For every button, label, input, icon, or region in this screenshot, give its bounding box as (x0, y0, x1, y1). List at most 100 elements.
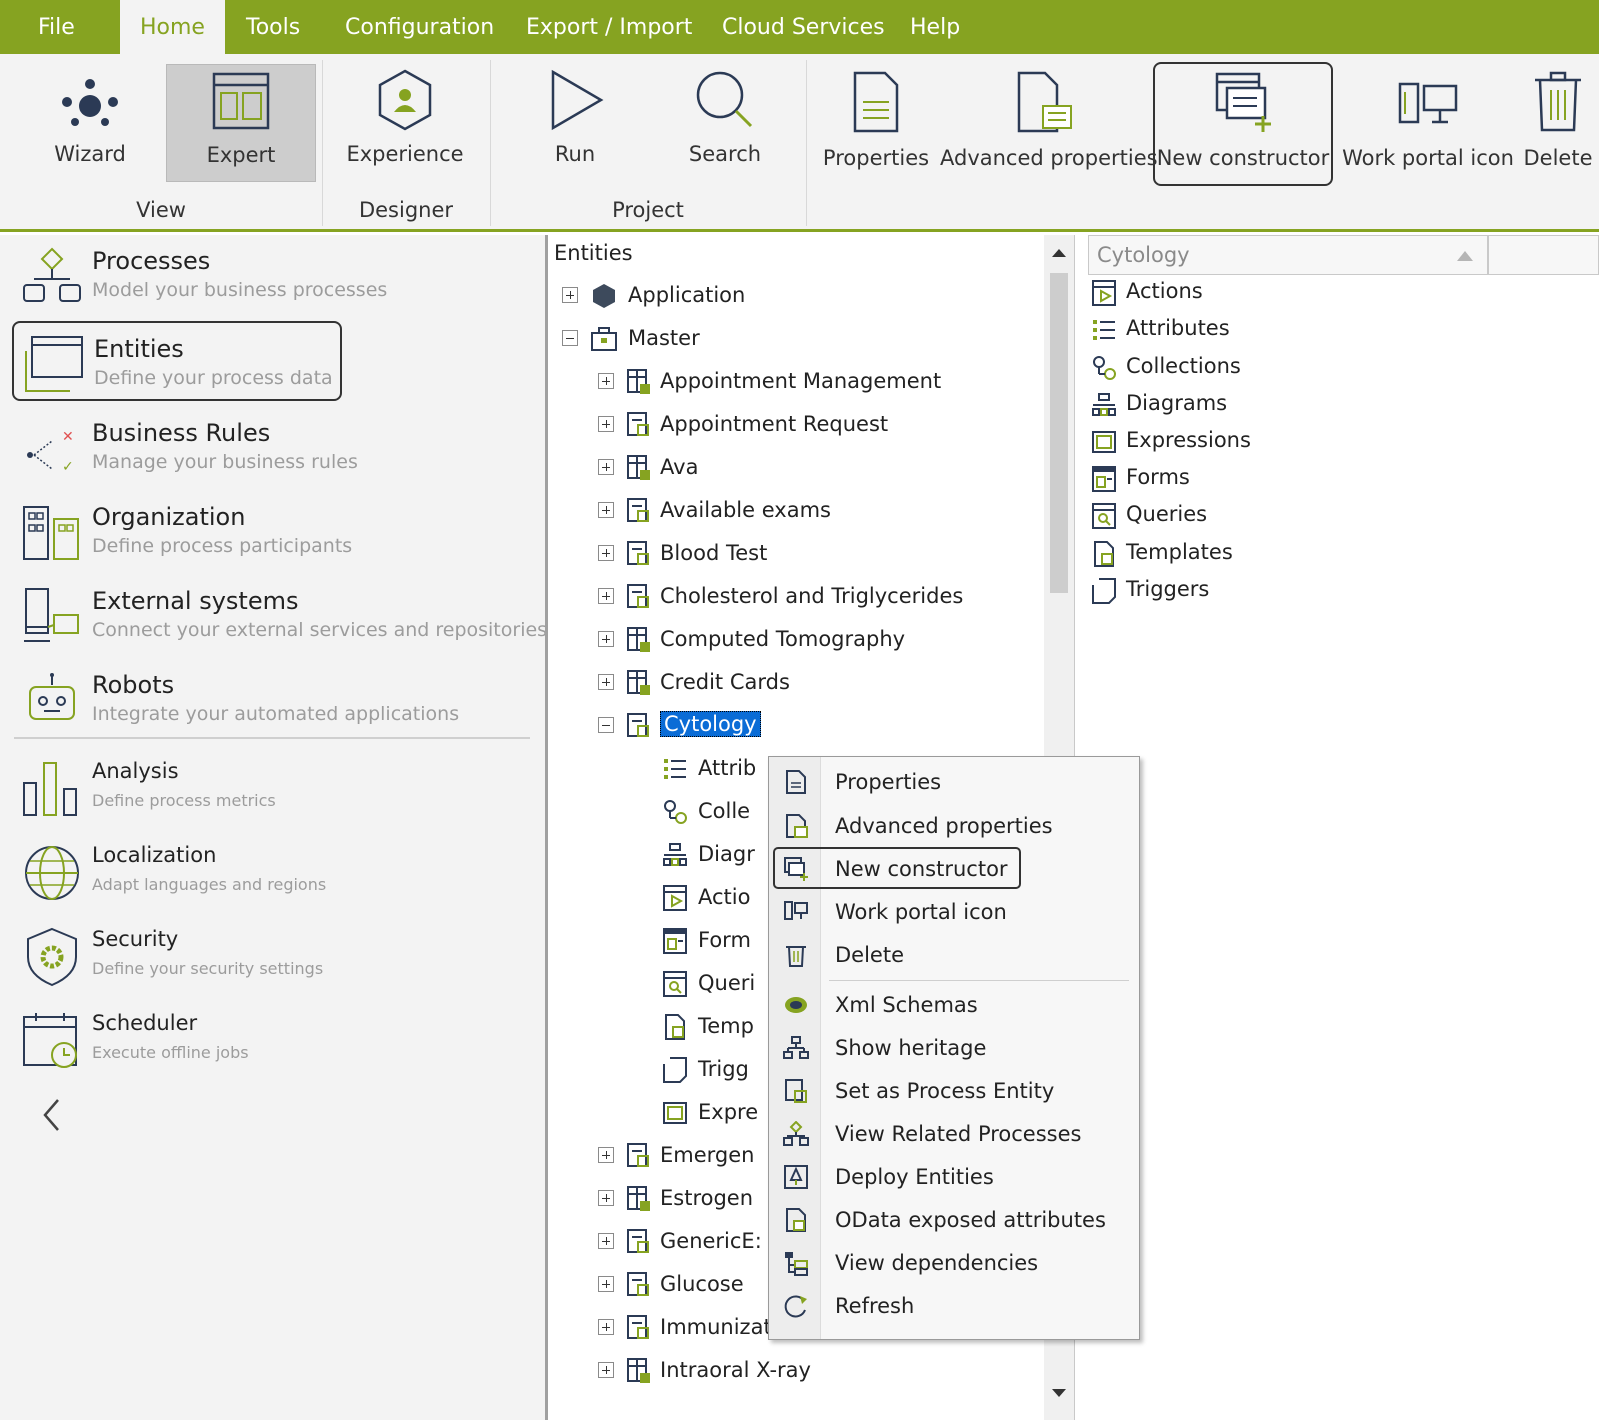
nav-organization[interactable]: Organization Define process participants (12, 491, 532, 571)
ctx-refresh[interactable]: Refresh (769, 1285, 1139, 1325)
detail-item-label: Expressions (1126, 428, 1251, 452)
ctx-properties[interactable]: Properties (769, 761, 1139, 801)
detail-item-label: Attributes (1126, 316, 1230, 340)
expand-toggle[interactable] (598, 631, 614, 647)
expressions-icon (1092, 431, 1116, 453)
ctx-work-portal-icon[interactable]: Work portal icon (769, 891, 1139, 931)
new-constructor-button[interactable]: New constructor (1153, 62, 1333, 186)
expand-toggle[interactable] (598, 545, 614, 561)
collapse-toggle[interactable] (598, 717, 614, 733)
expand-toggle[interactable] (598, 1147, 614, 1163)
expand-toggle[interactable] (598, 1362, 614, 1378)
tree-node-label: Attrib (698, 756, 757, 780)
work-portal-icon-button[interactable]: Work portal icon (1340, 54, 1516, 174)
expand-toggle[interactable] (598, 1190, 614, 1206)
expand-toggle[interactable] (562, 287, 578, 303)
sort-up-icon (1457, 251, 1473, 261)
ctx-label: Refresh (835, 1294, 915, 1318)
menu-export-import[interactable]: Export / Import (526, 0, 692, 54)
nav-scheduler-subtitle: Execute offline jobs (92, 1043, 249, 1062)
expand-toggle[interactable] (598, 588, 614, 604)
scroll-down-arrow-icon[interactable] (1044, 1377, 1074, 1407)
collapse-toggle[interactable] (562, 330, 578, 346)
nav-processes[interactable]: Processes Model your business processes (12, 235, 532, 315)
diagrams-icon (1092, 393, 1116, 416)
tree-node-label: Diagr (698, 842, 755, 866)
ctx-xml-schemas[interactable]: Xml Schemas (769, 984, 1139, 1024)
nav-security[interactable]: Security Define your security settings (12, 915, 532, 995)
detail-header-column[interactable] (1488, 235, 1599, 275)
expand-toggle[interactable] (598, 373, 614, 389)
nav-security-subtitle: Define your security settings (92, 959, 324, 978)
nav-analysis-subtitle: Define process metrics (92, 791, 276, 810)
analysis-icon (23, 762, 77, 816)
ctx-delete[interactable]: Delete (769, 934, 1139, 974)
diagrams-icon (663, 843, 687, 866)
ctx-advanced-properties[interactable]: Advanced properties (769, 805, 1139, 845)
properties-button[interactable]: Properties (818, 54, 934, 174)
menu-file[interactable]: File (38, 0, 75, 54)
nav-external-systems[interactable]: External systems Connect your external s… (12, 575, 547, 655)
scroll-up-arrow-icon[interactable] (1044, 239, 1074, 269)
menu-configuration[interactable]: Configuration (345, 0, 494, 54)
expand-toggle[interactable] (598, 502, 614, 518)
tree-node-label: Appointment Request (660, 412, 889, 436)
properties-label: Properties (822, 146, 930, 170)
new-constructor-label: New constructor (1156, 146, 1330, 170)
detail-item-label: Queries (1126, 502, 1208, 526)
ctx-label: Set as Process Entity (835, 1079, 1055, 1103)
context-menu: Properties Advanced properties New const… (768, 756, 1140, 1340)
menu-bar: File Home Tools Configuration Export / I… (0, 0, 1599, 54)
expand-toggle[interactable] (598, 1319, 614, 1335)
queries-icon (1092, 503, 1116, 529)
collections-icon (664, 800, 687, 824)
ctx-deploy-entities[interactable]: Deploy Entities (769, 1156, 1139, 1196)
delete-button[interactable]: Delete (1520, 54, 1596, 174)
nav-entities-title: Entities (94, 335, 184, 363)
menu-help[interactable]: Help (910, 0, 960, 54)
ctx-set-as-process-entity[interactable]: Set as Process Entity (769, 1070, 1139, 1110)
external-systems-icon (24, 588, 79, 642)
globe-icon (25, 846, 79, 900)
search-label: Search (688, 142, 762, 166)
expert-button[interactable]: Expert (166, 64, 316, 182)
detail-header[interactable]: Cytology (1088, 235, 1488, 275)
tree-header: Entities (554, 241, 633, 265)
ctx-label: Show heritage (835, 1036, 987, 1060)
menu-tools[interactable]: Tools (246, 0, 300, 54)
ctx-view-related-processes[interactable]: View Related Processes (769, 1113, 1139, 1153)
wizard-button[interactable]: Wizard (30, 54, 150, 174)
expand-toggle[interactable] (598, 1233, 614, 1249)
scroll-thumb[interactable] (1050, 273, 1068, 593)
nav-entities-subtitle: Define your process data (94, 367, 333, 389)
ctx-show-heritage[interactable]: Show heritage (769, 1027, 1139, 1067)
entity-form-icon (627, 1229, 649, 1253)
attributes-icon (1093, 320, 1115, 340)
expand-toggle[interactable] (598, 674, 614, 690)
nav-business-rules[interactable]: ✕ ✓ Business Rules Manage your business … (12, 407, 532, 487)
run-button[interactable]: Run (520, 54, 630, 174)
tree-node-label: Actio (698, 885, 751, 909)
menu-home[interactable]: Home (120, 0, 225, 54)
search-icon (696, 71, 753, 128)
nav-localization[interactable]: Localization Adapt languages and regions (12, 831, 532, 911)
nav-external-systems-title: External systems (92, 587, 299, 615)
expand-toggle[interactable] (598, 416, 614, 432)
work-portal-icon-label: Work portal icon (1342, 146, 1514, 170)
nav-analysis[interactable]: Analysis Define process metrics (12, 747, 532, 827)
expand-toggle[interactable] (598, 1276, 614, 1292)
advanced-properties-button[interactable]: Advanced properties (940, 54, 1158, 174)
entity-form-icon (627, 541, 649, 565)
tree-node-label: Emergen (660, 1143, 755, 1167)
nav-scheduler[interactable]: Scheduler Execute offline jobs (12, 999, 532, 1079)
menu-cloud-services[interactable]: Cloud Services (722, 0, 885, 54)
collapse-chevron-icon[interactable] (40, 1097, 64, 1133)
nav-robots[interactable]: Robots Integrate your automated applicat… (12, 659, 532, 739)
ctx-odata-exposed-attributes[interactable]: OData exposed attributes (769, 1199, 1139, 1239)
experience-button[interactable]: Experience (340, 54, 470, 174)
shield-icon (27, 927, 77, 987)
expand-toggle[interactable] (598, 459, 614, 475)
ctx-view-dependencies[interactable]: View dependencies (769, 1242, 1139, 1282)
search-button[interactable]: Search (665, 54, 785, 174)
nav-entities[interactable]: Entities Define your process data (12, 321, 342, 401)
